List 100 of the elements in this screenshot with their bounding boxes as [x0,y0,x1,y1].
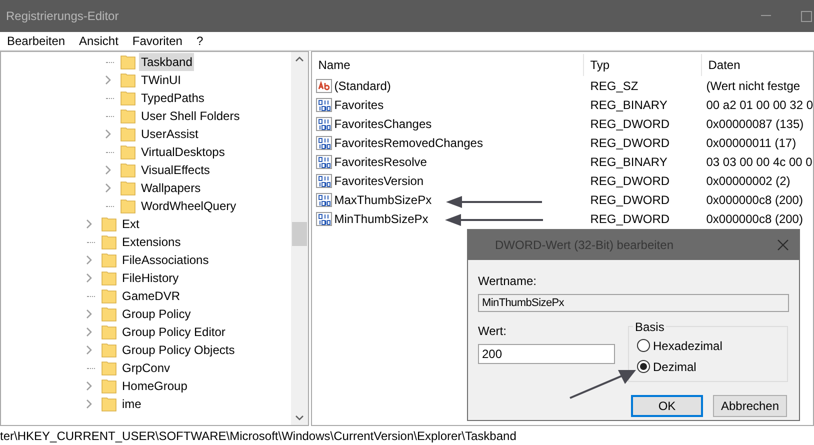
value-name[interactable]: FavoritesResolve [334,152,427,170]
folder-icon [120,144,136,160]
scrollbar[interactable] [291,52,308,425]
scroll-down-icon[interactable] [295,415,304,421]
folder-icon [120,180,136,196]
folder-icon [101,288,117,304]
value-type: REG_SZ [589,78,640,94]
chevron-icon[interactable] [85,399,93,409]
value-name-field[interactable]: MinThumbSizePx [478,294,789,312]
column-header[interactable]: Daten [702,54,813,76]
value-data: 0x00000011 (17) [705,134,798,152]
value-name[interactable]: FavoritesRemovedChanges [334,134,483,152]
folder-icon [101,270,117,286]
value-name[interactable]: MaxThumbSizePx [334,190,432,208]
dialog-button[interactable]: Abbrechen [713,395,787,417]
window-title: Registrierungs-Editor [6,8,119,25]
radio-button[interactable] [637,339,650,352]
value-name[interactable]: FavoritesChanges [334,114,432,132]
binary-value-icon [316,210,332,226]
tree-item[interactable]: FileAssociations [120,251,211,269]
value-data: (Wert nicht festge [705,78,802,94]
binary-value-icon [316,154,332,170]
value-data: 03 03 00 00 4c 00 0 [705,154,813,170]
tree-item[interactable]: Extensions [120,233,183,251]
chevron-icon[interactable] [85,273,93,283]
tree-item[interactable]: Group Policy [120,305,193,323]
chevron-icon[interactable] [104,129,112,139]
tree-item[interactable]: VirtualDesktops [139,143,227,161]
scrollbar-thumb[interactable] [292,222,308,246]
status-path: ter\HKEY_CURRENT_USER\SOFTWARE\Microsoft\Windows\CurrentVersion\Explorer\Taskband [0,428,516,444]
tree-item[interactable]: Ext [120,215,142,233]
radio-button[interactable] [637,360,650,373]
chevron-icon[interactable] [85,219,93,229]
minimize-icon[interactable] [761,15,771,17]
folder-icon [101,360,117,376]
chevron-icon[interactable] [85,309,93,319]
chevron-icon[interactable] [104,75,112,85]
tree-item[interactable]: Wallpapers [139,179,203,197]
value-name[interactable]: Favorites [334,96,384,114]
folder-icon [101,216,117,232]
radio-label[interactable]: Dezimal [653,358,696,376]
tree-item[interactable]: User Shell Folders [139,107,242,125]
folder-icon [120,108,136,124]
string-value-icon [316,78,332,94]
folder-icon [101,342,117,358]
chevron-icon[interactable] [85,327,93,337]
menu-item[interactable]: Bearbeiten [7,32,66,50]
menu-item[interactable]: Favoriten [132,32,182,50]
chevron-icon[interactable] [85,345,93,355]
chevron-icon[interactable] [104,183,112,193]
value-type: REG_DWORD [589,210,671,228]
folder-icon [120,54,136,70]
tree-item[interactable]: FileHistory [120,269,181,287]
tree-item[interactable]: Taskband [139,53,194,71]
column-header[interactable]: Typ [584,54,702,76]
tree-item[interactable]: GameDVR [120,287,182,305]
folder-icon [120,126,136,142]
close-icon[interactable] [777,239,789,251]
tree-item[interactable]: ime [120,395,144,413]
field-label: Wert: [478,323,508,340]
tree-item[interactable]: HomeGroup [120,377,190,395]
value-data: 0x00000087 (135) [705,116,805,132]
binary-value-icon [316,96,332,112]
binary-value-icon [316,172,332,188]
menu-item[interactable]: Ansicht [79,32,118,50]
column-header[interactable]: Name [312,54,584,76]
value-data: 00 a2 01 00 00 32 0 [705,96,813,114]
value-name[interactable]: (Standard) [334,76,391,94]
radio-label[interactable]: Hexadezimal [653,336,722,354]
tree-item[interactable]: GrpConv [120,359,172,377]
folder-icon [101,252,117,268]
tree-item[interactable]: UserAssist [139,125,200,143]
tree-item[interactable]: TWinUI [139,71,183,89]
tree-item[interactable]: Group Policy Editor [120,323,228,341]
value-data: 0x00000002 (2) [705,172,792,190]
menu-item[interactable]: ? [196,32,204,50]
value-name[interactable]: FavoritesVersion [334,172,424,190]
binary-value-icon [316,134,332,150]
chevron-icon[interactable] [85,381,93,391]
value-type: REG_DWORD [589,116,671,132]
value-type: REG_BINARY [589,154,668,170]
dialog-button[interactable]: OK [631,395,703,417]
maximize-icon[interactable] [801,10,812,22]
tree-item[interactable]: TypedPaths [139,89,206,107]
scroll-up-icon[interactable] [295,56,304,62]
chevron-icon[interactable] [104,165,112,175]
value-type: REG_DWORD [589,172,671,190]
binary-value-icon [316,192,332,208]
value-type: REG_BINARY [589,96,668,114]
tree-item[interactable]: VisualEffects [139,161,212,179]
value-data: 0x000000c8 (200) [705,210,804,228]
tree-item[interactable]: Group Policy Objects [120,341,237,359]
chevron-icon[interactable] [85,255,93,265]
value-name[interactable]: MinThumbSizePx [334,210,428,228]
field-label: Wertname: [478,273,538,290]
folder-icon [101,306,117,322]
folder-icon [120,198,136,214]
value-field[interactable]: 200 [478,344,615,364]
tree-item[interactable]: WordWheelQuery [139,197,238,215]
value-data: 0x000000c8 (200) [705,192,804,208]
